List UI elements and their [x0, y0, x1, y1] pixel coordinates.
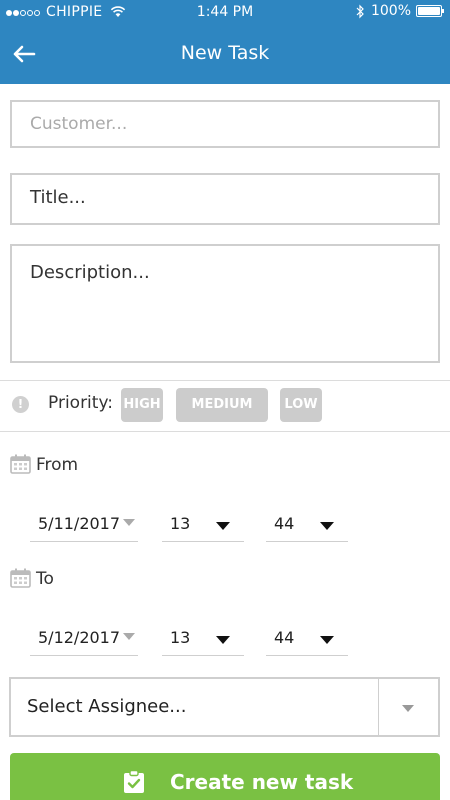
divider: [0, 431, 450, 432]
caret-down-icon: [320, 636, 334, 644]
priority-low-button[interactable]: LOW: [280, 388, 322, 422]
to-hour-select[interactable]: 13: [162, 622, 244, 656]
caret-down-icon: [216, 636, 230, 644]
description-placeholder: Description...: [30, 262, 150, 283]
chevron-down-icon: [402, 705, 414, 712]
priority-label: Priority:: [48, 393, 113, 413]
priority-medium-button[interactable]: MEDIUM: [176, 388, 268, 422]
calendar-icon: [10, 568, 31, 588]
from-hour-value: 13: [170, 514, 191, 533]
caret-down-icon: [320, 522, 334, 530]
customer-placeholder: Customer...: [30, 114, 128, 134]
create-task-button[interactable]: Create new task: [10, 753, 440, 800]
priority-high-button[interactable]: HIGH: [121, 388, 163, 422]
title-input[interactable]: Title...: [10, 173, 440, 225]
assignee-select[interactable]: Select Assignee...: [9, 677, 440, 737]
divider: [0, 380, 450, 381]
to-label: To: [36, 569, 54, 589]
to-hour-value: 13: [170, 628, 191, 647]
battery-icon: [416, 5, 444, 17]
to-date-value: 5/12/2017: [38, 628, 121, 647]
from-date-value: 5/11/2017: [38, 514, 121, 533]
info-icon: !: [12, 396, 29, 413]
assignee-placeholder: Select Assignee...: [27, 696, 187, 717]
app-header: New Task: [0, 24, 450, 84]
to-date-picker[interactable]: 5/12/2017: [30, 622, 138, 656]
caret-down-icon: [216, 522, 230, 530]
bluetooth-icon: [356, 4, 364, 18]
description-input[interactable]: Description...: [10, 244, 440, 363]
from-minute-select[interactable]: 44: [266, 508, 348, 542]
chevron-down-icon: [123, 519, 135, 526]
status-right: 100%: [355, 3, 444, 19]
select-divider: [378, 679, 379, 735]
to-minute-select[interactable]: 44: [266, 622, 348, 656]
calendar-icon: [10, 454, 31, 474]
chevron-down-icon: [123, 633, 135, 640]
from-label: From: [36, 455, 79, 475]
battery-percent: 100%: [370, 3, 411, 19]
page-title: New Task: [180, 42, 270, 64]
from-hour-select[interactable]: 13: [162, 508, 244, 542]
create-task-label: Create new task: [170, 770, 354, 794]
to-minute-value: 44: [274, 628, 295, 647]
from-minute-value: 44: [274, 514, 295, 533]
customer-input[interactable]: Customer...: [10, 100, 440, 148]
title-placeholder: Title...: [30, 187, 86, 208]
status-bar: CHIPPIE 1:44 PM 100%: [0, 0, 450, 24]
clipboard-check-icon: [124, 770, 144, 793]
from-date-picker[interactable]: 5/11/2017: [30, 508, 138, 542]
